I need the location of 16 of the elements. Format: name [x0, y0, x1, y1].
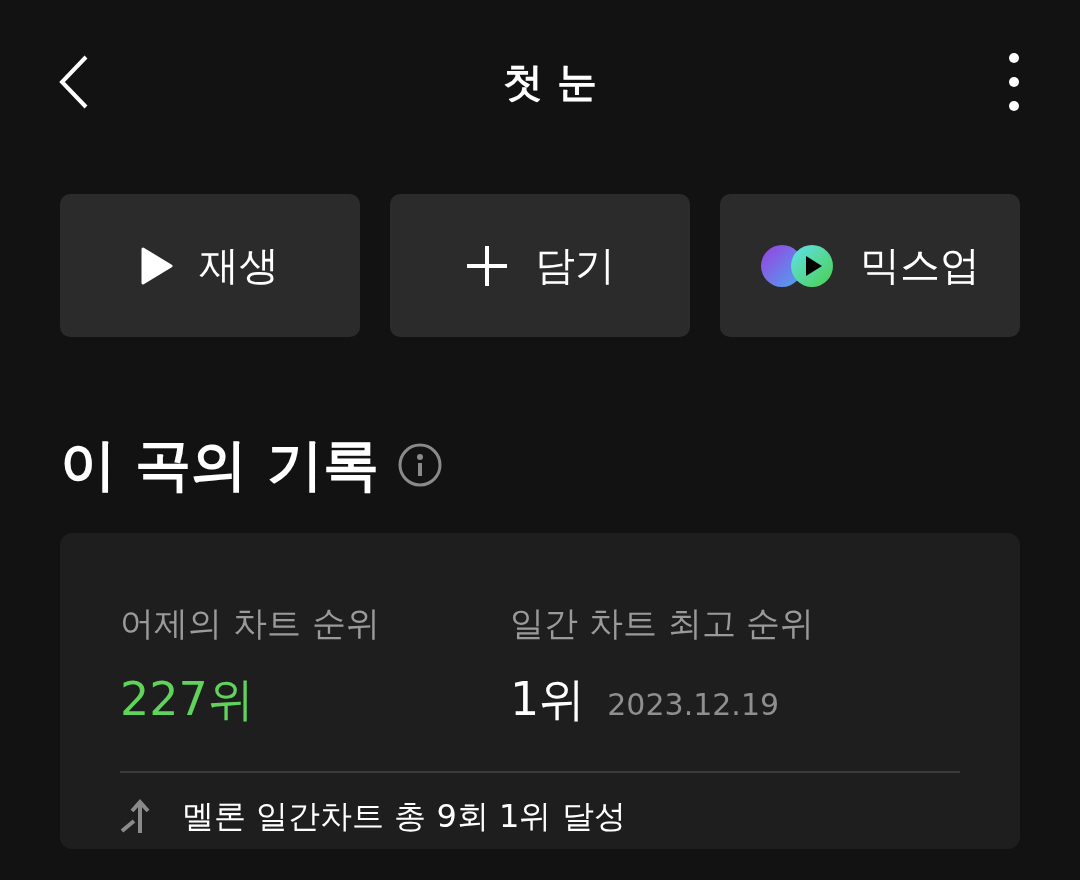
rank-value: 1위: [510, 671, 586, 728]
rank-date: 2023.12.19: [607, 687, 780, 722]
add-button[interactable]: 담기: [390, 194, 690, 337]
play-button[interactable]: 재생: [60, 194, 360, 337]
play-icon: [141, 246, 173, 285]
mixup-logo-icon: [760, 243, 834, 288]
achievement-text: 멜론 일간차트 총 9회 1위 달성: [182, 796, 626, 837]
rank-value: 227위: [120, 671, 254, 728]
mixup-button[interactable]: 믹스업: [720, 194, 1020, 337]
section-title: 이 곡의 기록: [60, 437, 379, 493]
info-icon[interactable]: [397, 442, 443, 488]
stat-label: 일간 차트 최고 순위: [510, 602, 816, 645]
plus-icon: [465, 243, 509, 288]
more-icon[interactable]: [1008, 52, 1020, 112]
page-title: 첫 눈: [503, 57, 597, 107]
stat-label: 어제의 차트 순위: [120, 602, 381, 645]
